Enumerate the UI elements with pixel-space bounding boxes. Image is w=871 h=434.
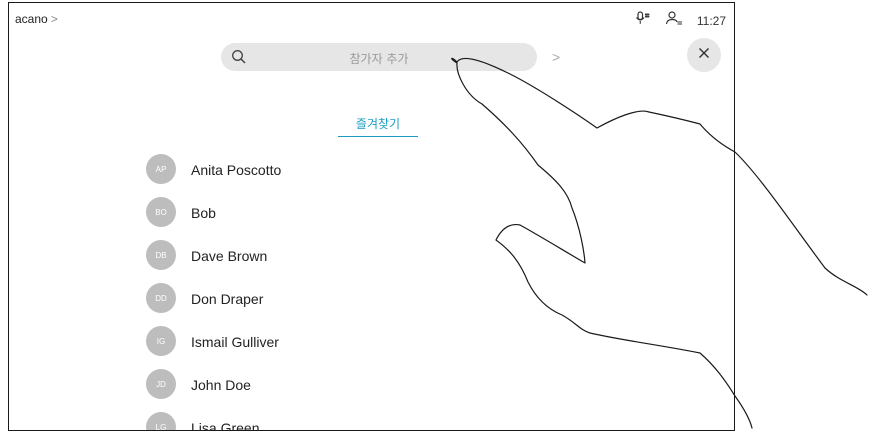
avatar: DD bbox=[146, 283, 176, 313]
breadcrumb[interactable]: acano > bbox=[15, 12, 58, 26]
status-bar: 11:27 bbox=[635, 11, 726, 30]
search-next-button[interactable]: > bbox=[552, 49, 560, 65]
avatar: JD bbox=[146, 369, 176, 399]
clock: 11:27 bbox=[696, 13, 726, 28]
tab-favorites[interactable]: 즐겨찾기 bbox=[338, 115, 418, 132]
avatar: AP bbox=[146, 154, 176, 184]
close-button[interactable] bbox=[687, 38, 721, 72]
contact-name: Dave Brown bbox=[191, 248, 268, 264]
breadcrumb-label: acano bbox=[15, 12, 48, 26]
search-placeholder: 참가자 추가 bbox=[349, 52, 409, 66]
contact-name: Ismail Gulliver bbox=[191, 334, 279, 350]
search-input[interactable]: 참가자 추가 bbox=[221, 43, 537, 71]
contact-name: Bob bbox=[191, 205, 216, 221]
avatar: BO bbox=[146, 197, 176, 227]
contact-name: Lisa Green bbox=[191, 420, 260, 431]
close-icon bbox=[698, 46, 710, 64]
contact-name: John Doe bbox=[191, 377, 251, 393]
avatar: IG bbox=[146, 326, 176, 356]
contact-name: Don Draper bbox=[191, 291, 264, 307]
avatar: DB bbox=[146, 240, 176, 270]
avatar: LG bbox=[146, 412, 176, 430]
contact-name: Anita Poscotto bbox=[191, 162, 282, 178]
chevron-right-icon: > bbox=[50, 12, 58, 26]
microphone-mute-icon[interactable] bbox=[635, 11, 651, 30]
device-screen: acano > 11:27 참가자 추가 > 즐겨찾기 AP Anita Pos… bbox=[8, 2, 735, 431]
tab-active-indicator bbox=[338, 136, 418, 137]
user-list-icon[interactable] bbox=[665, 11, 683, 30]
